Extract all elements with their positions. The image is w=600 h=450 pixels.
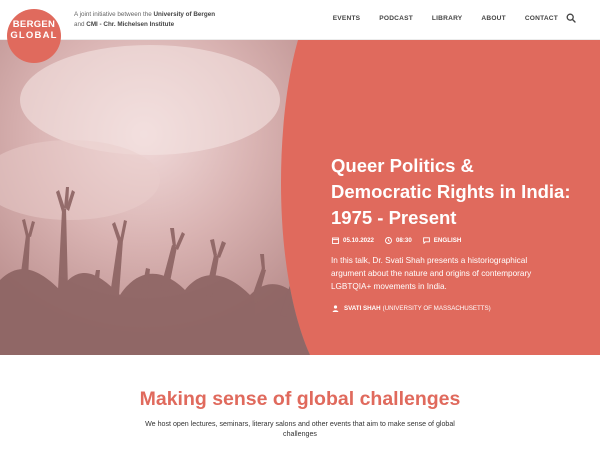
- intro-title: Making sense of global challenges: [139, 388, 461, 410]
- main-nav: EVENTS PODCAST LIBRARY ABOUT CONTACT: [314, 15, 558, 22]
- intro-text: We host open lectures, seminars, literar…: [145, 420, 455, 438]
- event-description: In this talk, Dr. Svati Shah presents a …: [331, 256, 532, 291]
- nav-about[interactable]: ABOUT: [481, 15, 505, 22]
- nav-podcast[interactable]: PODCAST: [379, 15, 413, 22]
- tagline-org-2: CMI - Chr. Michelsen Institute: [86, 20, 175, 28]
- event-title[interactable]: Queer Politics & Democratic Rights in In…: [331, 153, 571, 231]
- header-tagline: A joint initiative between the Universit…: [74, 10, 264, 29]
- speaker-name[interactable]: SVATI SHAH: [344, 305, 381, 312]
- event-date-text: 05.10.2022: [343, 237, 374, 244]
- event-meta: 05.10.2022 08:30 ENGLISH: [332, 237, 472, 244]
- calendar-icon: [332, 237, 339, 244]
- event-language-text: ENGLISH: [433, 237, 462, 244]
- site-header: BERGEN GLOBAL A joint initiative between…: [0, 0, 600, 63]
- nav-contact[interactable]: CONTACT: [525, 15, 558, 22]
- clock-icon: [385, 237, 392, 244]
- logo-line-1: BERGEN: [12, 19, 56, 30]
- tagline-prefix: A joint initiative between the: [74, 11, 154, 18]
- search-icon[interactable]: [566, 13, 576, 23]
- event-language: ENGLISH: [422, 237, 462, 244]
- user-icon: [332, 305, 339, 312]
- hero-section: Queer Politics & Democratic Rights in In…: [0, 40, 600, 355]
- bergen-global-logo[interactable]: BERGEN GLOBAL: [7, 9, 61, 63]
- tagline-and: and: [74, 20, 87, 28]
- event-time-text: 08:30: [395, 237, 412, 244]
- event-speaker: SVATI SHAH (UNIVERSITY OF MASSACHUSETTS): [332, 305, 491, 312]
- nav-events[interactable]: EVENTS: [333, 15, 361, 22]
- event-time: 08:30: [385, 237, 412, 244]
- event-date: 05.10.2022: [332, 237, 374, 244]
- tagline-org-1: University of Bergen: [153, 11, 216, 18]
- logo-line-2: GLOBAL: [10, 30, 58, 41]
- speech-bubble-icon: [422, 237, 430, 244]
- speaker-affiliation: (UNIVERSITY OF MASSACHUSETTS): [382, 305, 491, 312]
- nav-library[interactable]: LIBRARY: [432, 15, 462, 22]
